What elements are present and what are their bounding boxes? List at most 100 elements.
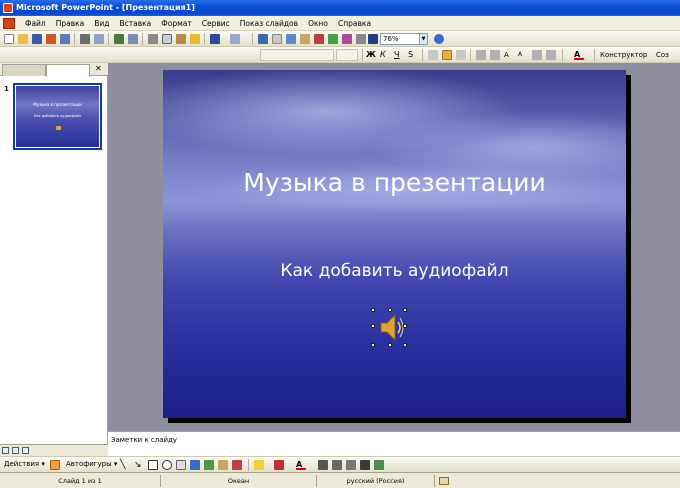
designer-label: Конструктор xyxy=(600,51,648,59)
menu-format[interactable]: Формат xyxy=(156,19,196,28)
diagram-icon[interactable] xyxy=(204,460,214,470)
shadow-icon[interactable]: S xyxy=(408,50,418,60)
hyperlink-icon[interactable] xyxy=(258,34,268,44)
slide-canvas[interactable]: Музыка в презентации Как добавить аудиоф… xyxy=(163,70,626,418)
wordart-icon[interactable] xyxy=(190,460,200,470)
print-preview-icon[interactable] xyxy=(94,34,104,44)
expand-icon[interactable] xyxy=(342,34,352,44)
line-icon[interactable]: ╲ xyxy=(120,460,130,470)
email-icon[interactable] xyxy=(60,34,70,44)
dash-style-icon[interactable] xyxy=(332,460,342,470)
undo-icon[interactable] xyxy=(210,34,220,44)
selection-handle[interactable] xyxy=(371,343,375,347)
insert-table-icon[interactable] xyxy=(286,34,296,44)
tab-outline[interactable] xyxy=(2,64,46,76)
notes-pane[interactable]: Заметки к слайду xyxy=(108,431,680,456)
speaker-icon[interactable] xyxy=(375,311,405,344)
menu-insert[interactable]: Вставка xyxy=(115,19,157,28)
draw-font-color-icon[interactable]: A xyxy=(296,460,306,470)
new-slide-button[interactable]: Соз xyxy=(656,49,669,61)
bullets-icon[interactable] xyxy=(490,50,500,60)
slide-title[interactable]: Музыка в презентации xyxy=(163,168,626,197)
align-left-icon[interactable] xyxy=(428,50,438,60)
textbox-icon[interactable] xyxy=(176,460,186,470)
selection-handle[interactable] xyxy=(371,324,375,328)
menu-view[interactable]: Вид xyxy=(89,19,114,28)
show-formatting-icon[interactable] xyxy=(356,34,366,44)
redo-icon[interactable] xyxy=(230,34,240,44)
insert-picture-icon[interactable] xyxy=(314,34,324,44)
close-icon[interactable]: ✕ xyxy=(95,64,102,73)
chevron-down-icon[interactable]: ▼ xyxy=(419,34,427,44)
slides-pane: ✕ 1 Музыка в презентации Как добавить ау… xyxy=(0,63,108,444)
selection-handle[interactable] xyxy=(388,343,392,347)
decrease-indent-icon[interactable] xyxy=(532,50,542,60)
line-color-icon[interactable] xyxy=(274,460,284,470)
arrow-style-icon[interactable] xyxy=(346,460,356,470)
selection-handle[interactable] xyxy=(403,308,407,312)
new-icon[interactable] xyxy=(4,34,14,44)
decrease-font-icon[interactable]: A xyxy=(518,50,528,60)
grid-icon[interactable] xyxy=(368,34,378,44)
view-buttons xyxy=(0,444,108,456)
help-icon[interactable] xyxy=(434,34,444,44)
italic-icon[interactable]: К xyxy=(380,50,390,60)
cut-icon[interactable] xyxy=(148,34,158,44)
save-icon[interactable] xyxy=(32,34,42,44)
menu-help[interactable]: Справка xyxy=(333,19,376,28)
arrow-icon[interactable]: ↘ xyxy=(134,460,144,470)
selection-handle[interactable] xyxy=(403,324,407,328)
menu-window[interactable]: Окно xyxy=(303,19,333,28)
autoshapes-menu[interactable]: Автофигуры ▾ xyxy=(66,460,117,468)
font-size-select[interactable] xyxy=(336,49,358,61)
tables-icon[interactable] xyxy=(272,34,282,44)
actions-menu[interactable]: Действия ▾ xyxy=(4,460,45,468)
menu-tools[interactable]: Сервис xyxy=(197,19,235,28)
research-icon[interactable] xyxy=(128,34,138,44)
menu-file[interactable]: Файл xyxy=(20,19,51,28)
slide-subtitle[interactable]: Как добавить аудиофайл xyxy=(163,261,626,281)
document-icon[interactable] xyxy=(3,17,15,29)
select-objects-icon[interactable] xyxy=(50,460,60,470)
picture-icon[interactable] xyxy=(232,460,242,470)
sorter-view-icon[interactable] xyxy=(12,447,19,454)
fill-color-icon[interactable] xyxy=(254,460,264,470)
paste-icon[interactable] xyxy=(176,34,186,44)
tab-slides[interactable] xyxy=(46,64,90,77)
underline-icon[interactable]: Ч xyxy=(394,50,404,60)
shadow-style-icon[interactable] xyxy=(360,460,370,470)
normal-view-icon[interactable] xyxy=(2,447,9,454)
copy-icon[interactable] xyxy=(162,34,172,44)
menu-edit[interactable]: Правка xyxy=(51,19,90,28)
slide-thumbnail[interactable]: Музыка в презентации Как добавить аудиоф… xyxy=(13,83,102,150)
clipart-icon[interactable] xyxy=(218,460,228,470)
permission-icon[interactable] xyxy=(46,34,56,44)
bold-icon[interactable]: Ж xyxy=(366,50,376,60)
slideshow-view-icon[interactable] xyxy=(22,447,29,454)
selection-handle[interactable] xyxy=(403,343,407,347)
print-icon[interactable] xyxy=(80,34,90,44)
zoom-select[interactable]: 76% ▼ xyxy=(380,33,428,45)
increase-font-icon[interactable]: A xyxy=(504,50,514,60)
designer-button[interactable]: Конструктор xyxy=(600,49,647,61)
formatting-toolbar: Ж К Ч S A A A Конструктор Соз xyxy=(0,47,680,63)
align-center-icon[interactable] xyxy=(442,50,452,60)
increase-indent-icon[interactable] xyxy=(546,50,556,60)
numbering-icon[interactable] xyxy=(476,50,486,60)
selection-handle[interactable] xyxy=(371,308,375,312)
line-style-icon[interactable] xyxy=(318,460,328,470)
status-slide-info: Слайд 1 из 1 xyxy=(58,477,102,485)
3d-style-icon[interactable] xyxy=(374,460,384,470)
spellcheck-icon[interactable] xyxy=(114,34,124,44)
font-color-icon[interactable]: A xyxy=(574,50,584,60)
selection-handle[interactable] xyxy=(388,308,392,312)
rectangle-icon[interactable] xyxy=(148,460,158,470)
open-icon[interactable] xyxy=(18,34,28,44)
insert-chart-icon[interactable] xyxy=(300,34,310,44)
format-painter-icon[interactable] xyxy=(190,34,200,44)
menu-slideshow[interactable]: Показ слайдов xyxy=(235,19,303,28)
oval-icon[interactable] xyxy=(162,460,172,470)
insert-diagram-icon[interactable] xyxy=(328,34,338,44)
align-right-icon[interactable] xyxy=(456,50,466,60)
font-name-select[interactable] xyxy=(260,49,334,61)
